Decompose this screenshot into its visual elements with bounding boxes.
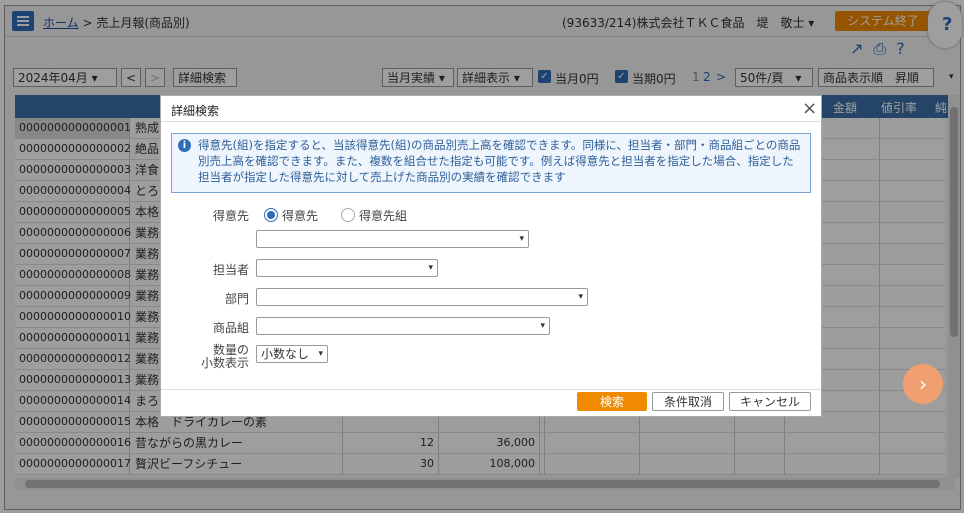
dialog-footer-divider (161, 389, 821, 390)
info-text: 得意先(組)を指定すると、当該得意先(組)の商品別売上高を確認できます。同様に、… (198, 138, 801, 184)
info-icon: i (178, 139, 191, 152)
dept-label: 部門 (224, 292, 249, 306)
detail-search-dialog: 詳細検索 × i 得意先(組)を指定すると、当該得意先(組)の商品別売上高を確認… (160, 95, 822, 417)
customer-radio[interactable] (264, 208, 278, 222)
search-button[interactable]: 検索 (577, 392, 647, 411)
clear-conditions-button[interactable]: 条件取消 (652, 392, 724, 411)
staff-select[interactable]: ▾ (256, 259, 438, 277)
dialog-divider (161, 121, 821, 122)
customer-group-radio[interactable] (341, 208, 355, 222)
next-arrow-icon[interactable]: › (903, 364, 943, 404)
cancel-button[interactable]: キャンセル (729, 392, 811, 411)
qty-decimal-label: 数量の 小数表示 (191, 344, 249, 370)
customer-label: 得意先 (212, 209, 249, 223)
customer-radio-label: 得意先 (282, 209, 319, 223)
product-group-select[interactable]: ▾ (256, 317, 550, 335)
customer-select[interactable]: ▾ (256, 230, 529, 248)
qty-decimal-select[interactable]: 小数なし ▾ (256, 345, 328, 363)
close-icon[interactable]: × (802, 98, 817, 119)
dept-select[interactable]: ▾ (256, 288, 588, 306)
product-group-label: 商品組 (212, 321, 249, 335)
qty-label-line2: 小数表示 (200, 356, 249, 370)
customer-group-radio-label: 得意先組 (359, 209, 408, 223)
dialog-title: 詳細検索 (171, 104, 220, 118)
info-box: i 得意先(組)を指定すると、当該得意先(組)の商品別売上高を確認できます。同様… (171, 133, 811, 193)
staff-label: 担当者 (212, 263, 249, 277)
